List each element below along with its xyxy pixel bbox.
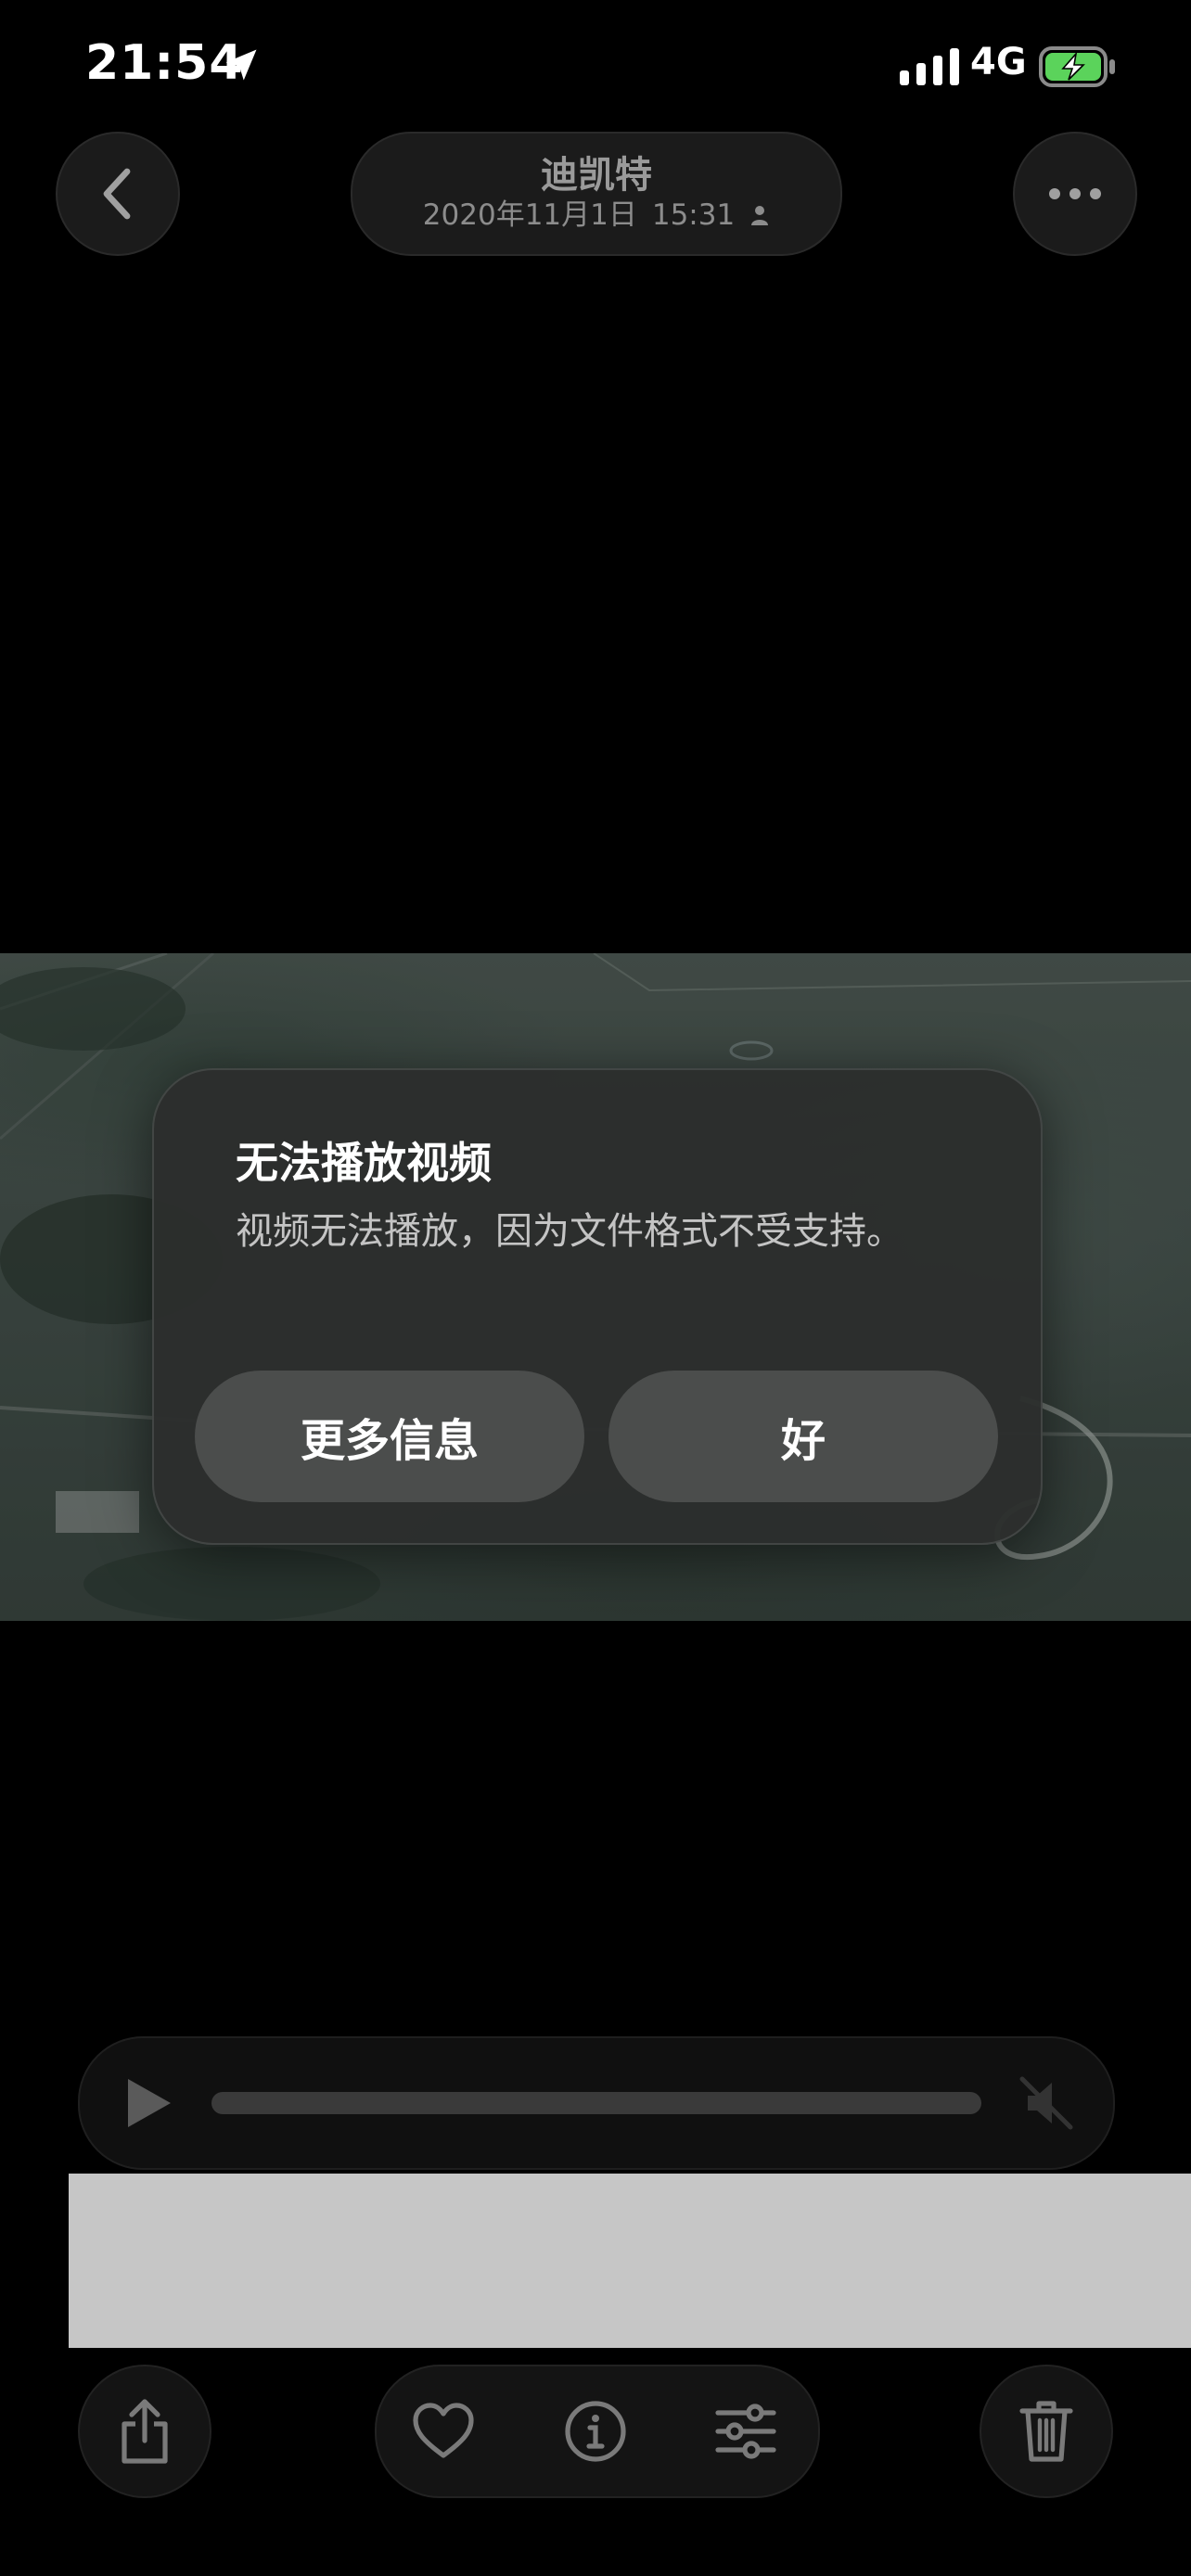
capture-datetime: 2020年11月1日 15:31 — [423, 197, 770, 234]
status-time: 21:54 — [85, 35, 244, 91]
network-type: 4G — [970, 41, 1027, 83]
delete-button[interactable] — [980, 2365, 1113, 2498]
photo-actions-group — [375, 2365, 820, 2498]
heart-icon[interactable] — [410, 2398, 477, 2465]
adjust-icon[interactable] — [712, 2398, 779, 2465]
video-player-bar — [78, 2036, 1115, 2170]
signal-icon — [900, 48, 959, 85]
capture-date: 2020年11月1日 — [422, 198, 637, 232]
battery-charging-icon — [1039, 46, 1115, 87]
share-button[interactable] — [78, 2365, 211, 2498]
chevron-left-icon — [103, 168, 131, 220]
trash-icon — [1019, 2401, 1073, 2462]
alert-dialog: 无法播放视频 视频无法播放，因为文件格式不受支持。 更多信息 好 — [152, 1068, 1043, 1545]
title-pill[interactable]: 迪凯特 2020年11月1日 15:31 — [351, 132, 842, 256]
more-info-button[interactable]: 更多信息 — [195, 1371, 584, 1502]
more-button[interactable] — [1013, 132, 1137, 256]
alert-title: 无法播放视频 — [236, 1138, 492, 1188]
ellipsis-icon — [1049, 188, 1101, 199]
video-scrubber[interactable] — [211, 2092, 981, 2114]
location-arrow-icon — [225, 49, 257, 81]
play-icon[interactable] — [122, 2075, 174, 2131]
speaker-muted-icon[interactable] — [1017, 2073, 1076, 2133]
album-title: 迪凯特 — [541, 153, 652, 197]
capture-time: 15:31 — [651, 198, 736, 232]
redacted-region — [69, 2174, 1191, 2348]
alert-message: 视频无法播放，因为文件格式不受支持。 — [236, 1210, 903, 1253]
back-button[interactable] — [56, 132, 180, 256]
info-icon[interactable] — [562, 2398, 629, 2465]
share-icon — [122, 2399, 168, 2464]
person-icon — [751, 205, 769, 225]
ok-button[interactable]: 好 — [608, 1371, 998, 1502]
